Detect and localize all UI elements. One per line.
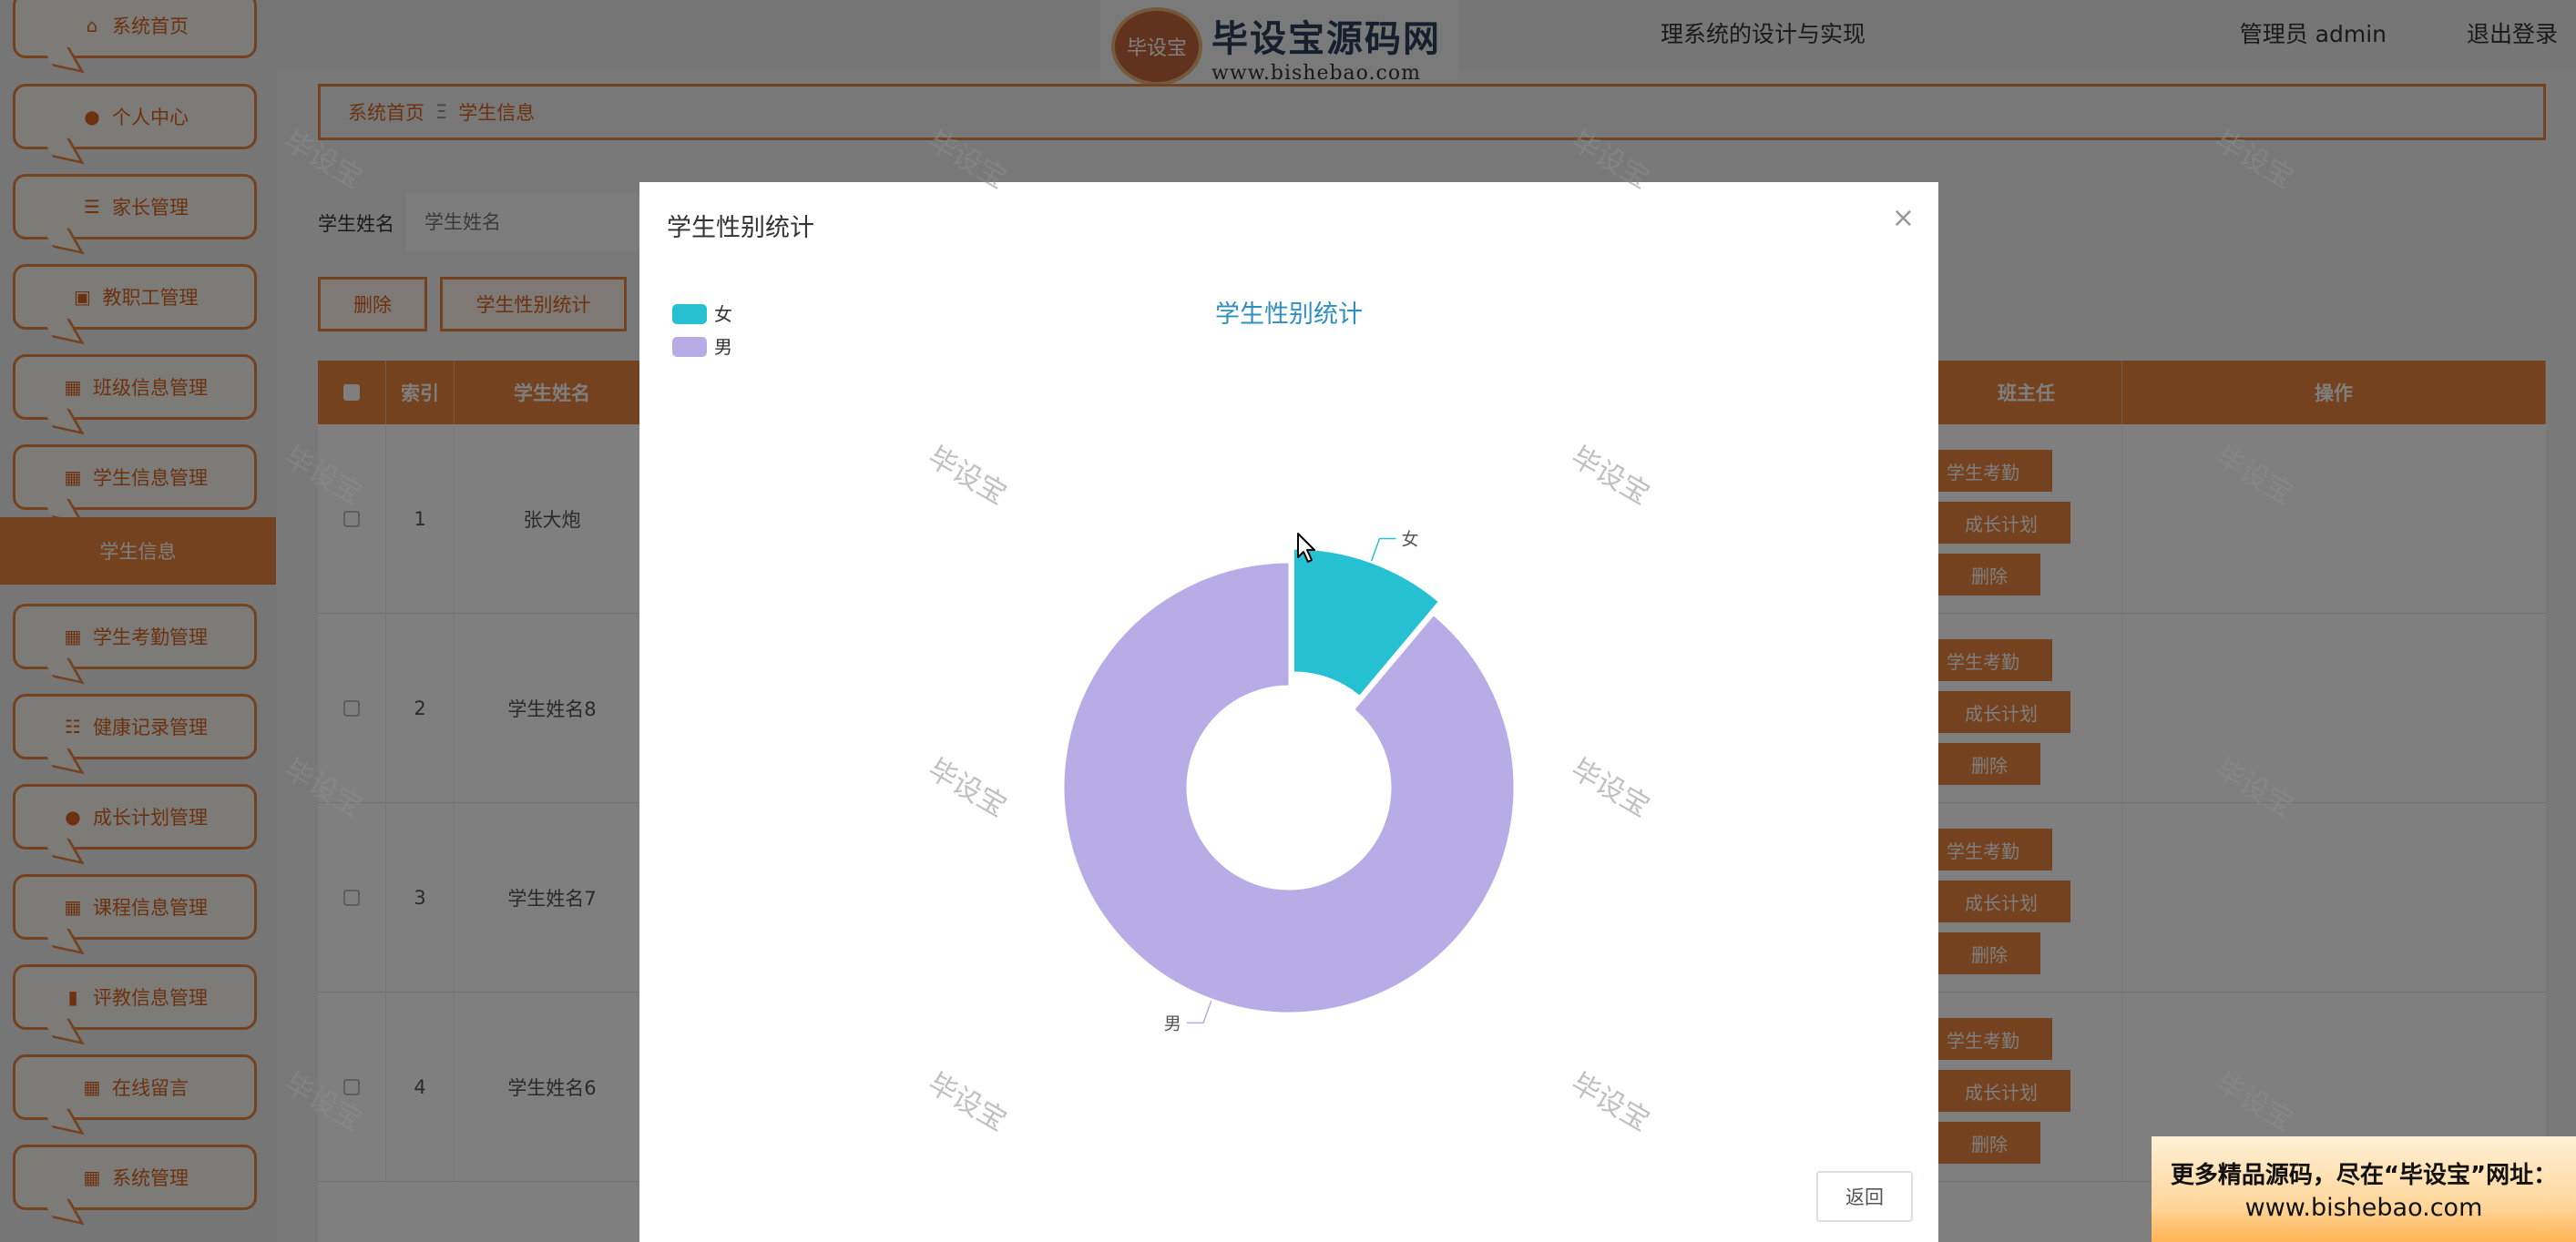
slice-label-line: [1370, 537, 1396, 562]
slice-label-line: [1186, 1000, 1212, 1024]
legend-label: 女: [714, 303, 732, 325]
return-button[interactable]: 返回: [1816, 1171, 1913, 1222]
banner-line-2: www.bishebao.com: [2244, 1194, 2483, 1222]
chart-title: 学生性别统计: [1215, 300, 1363, 329]
legend-swatch[interactable]: [672, 337, 707, 357]
slice-label: 男: [1164, 1013, 1181, 1033]
legend-label: 男: [714, 336, 732, 358]
pie-slice[interactable]: [1063, 562, 1515, 1013]
promo-banner: 更多精品源码，尽在“毕设宝”网址： www.bishebao.com: [2152, 1136, 2576, 1242]
mouse-cursor-icon: [1297, 533, 1315, 563]
gender-stats-dialog: 学生性别统计 × 学生性别统计女男女男 返回: [639, 182, 1938, 1242]
banner-line-1: 更多精品源码，尽在“毕设宝”网址：: [2170, 1162, 2558, 1189]
gender-pie-chart: 学生性别统计女男女男: [672, 300, 1515, 1033]
slice-label: 女: [1402, 530, 1419, 550]
legend-swatch[interactable]: [672, 304, 707, 324]
